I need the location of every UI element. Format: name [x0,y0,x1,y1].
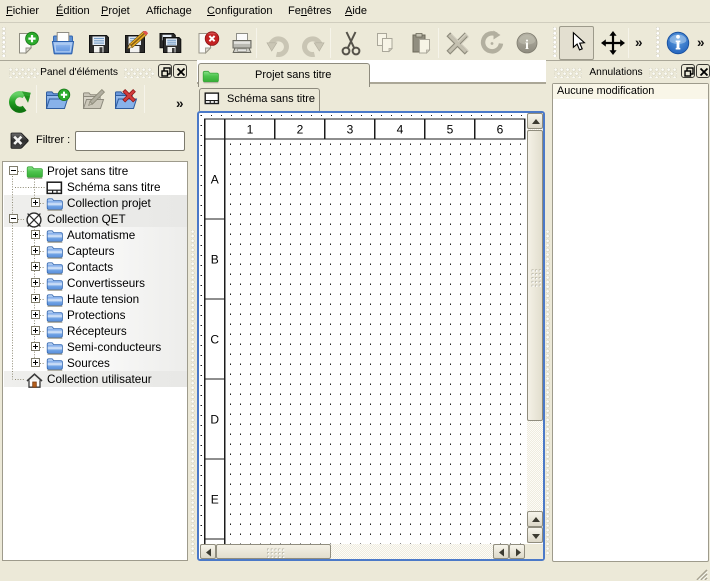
svg-text:4: 4 [396,122,403,136]
svg-text:D: D [210,412,219,426]
svg-text:i: i [525,38,529,53]
svg-text:5: 5 [446,122,453,136]
svg-text:C: C [210,332,219,346]
svg-text:A: A [210,172,218,186]
svg-text:3: 3 [346,122,353,136]
svg-text:2: 2 [296,122,303,136]
svg-text:E: E [210,492,218,506]
svg-text:B: B [210,252,218,266]
svg-text:1: 1 [246,122,253,136]
svg-text:6: 6 [496,122,503,136]
